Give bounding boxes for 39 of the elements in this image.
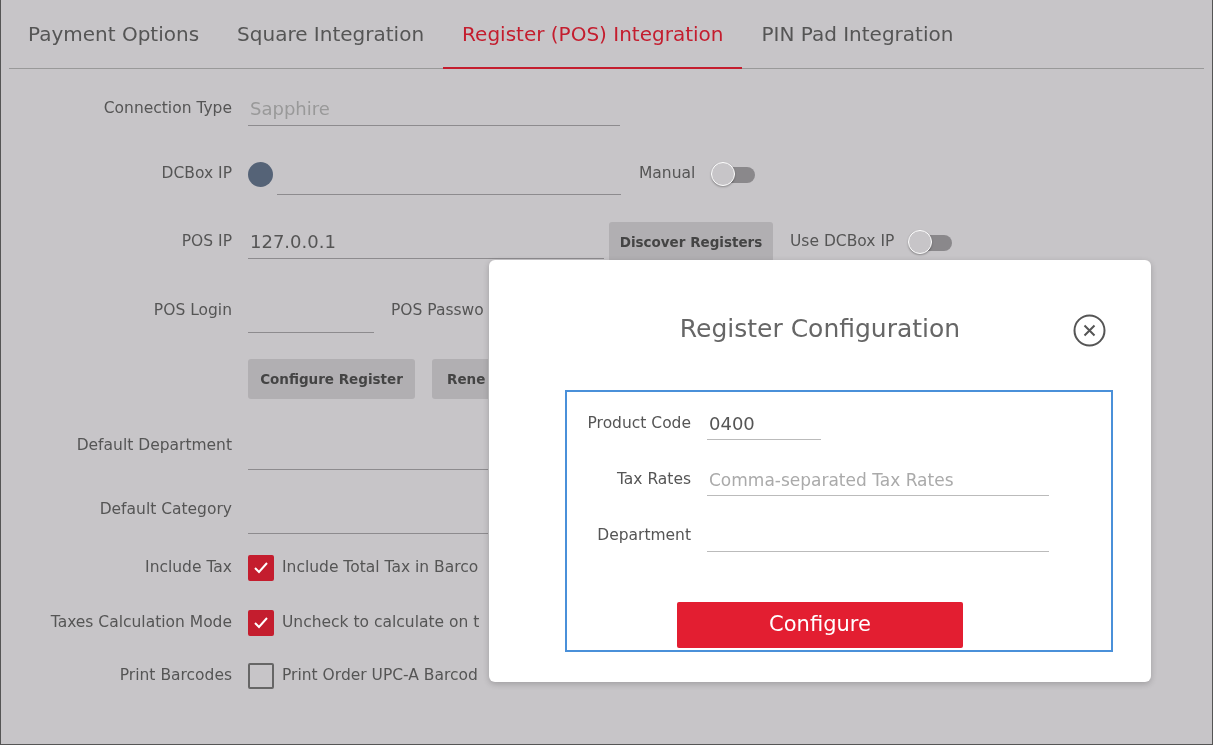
configure-button[interactable]: Configure [677,602,963,648]
field-label: DCBox IP [160,163,232,185]
toggle-switch[interactable] [711,164,756,184]
tab[interactable]: Square Integration [218,0,444,69]
tab[interactable]: Register (POS) Integration [443,0,743,69]
check-icon [253,615,269,630]
tab[interactable]: Payment Options [9,0,219,69]
field-label: POS IP [180,231,232,253]
input-field[interactable]: Comma-separated Tax Rates [707,464,1049,496]
field-label: Use DCBox IP [790,231,895,253]
input-field[interactable]: 127.0.0.1 [248,225,604,259]
renew-button[interactable]: Rene [432,359,488,399]
field-label: Connection Type [102,98,232,120]
field-label: Default Department [75,435,232,457]
field-label: POS Passwo [391,300,484,322]
input-field[interactable]: 0400 [707,408,821,440]
field-label: Manual [639,163,696,185]
tab[interactable]: PIN Pad Integration [742,0,973,69]
check-icon [253,561,269,575]
checkbox[interactable] [248,555,274,581]
field-label: Print Barcodes [118,664,232,686]
field-label: POS Login [152,300,232,322]
field-label: Default Category [98,498,232,520]
close-icon[interactable] [1073,314,1106,347]
dialog-title: Register Configuration [679,313,961,345]
checkbox[interactable] [248,609,274,636]
configure-register-button[interactable]: Configure Register [248,359,415,399]
field-label: Tax Rates [615,469,691,491]
checkbox-label: Uncheck to calculate on t [282,611,480,633]
toggle-switch[interactable] [908,232,953,252]
field-label: Taxes Calculation Mode [49,611,232,633]
discover-button[interactable]: Discover Registers [609,222,773,262]
field-label: Product Code [586,413,691,435]
checkbox-label: Include Total Tax in Barco [282,557,479,579]
status-dot-icon [248,161,273,187]
checkbox-label: Print Order UPC-A Barcod [282,664,478,686]
checkbox[interactable] [248,662,274,689]
field-label: Include Tax [144,557,232,579]
field-label: Department [596,525,691,547]
